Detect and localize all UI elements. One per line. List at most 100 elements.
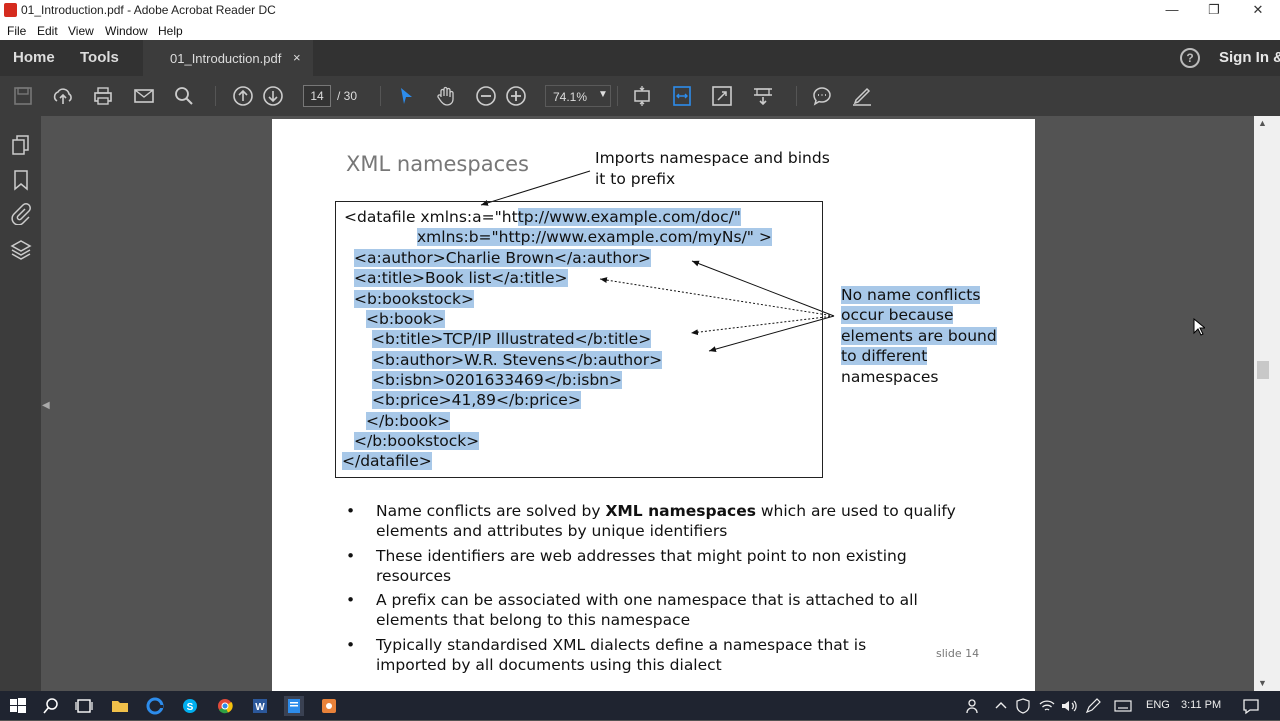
next-page-icon[interactable] [262, 85, 284, 107]
page-thumbnails-icon[interactable] [10, 134, 32, 156]
tab-home[interactable]: Home [13, 49, 55, 66]
scroll-mode-icon[interactable] [752, 85, 774, 107]
code-line: <b:title>TCP/IP Illustrated</b:title> [372, 330, 652, 348]
note-right-line: namespaces [841, 368, 939, 386]
shield-icon[interactable] [1013, 696, 1033, 716]
upload-icon[interactable] [52, 85, 74, 107]
vertical-scrollbar[interactable]: ▲ ▼ [1254, 116, 1280, 691]
notifications-icon[interactable] [1241, 696, 1261, 716]
prev-page-icon[interactable] [232, 85, 254, 107]
taskbar-search-icon[interactable] [41, 696, 61, 716]
note-right-line: to different [841, 347, 928, 365]
attachment-icon[interactable] [10, 203, 32, 226]
zoom-select[interactable]: 74.1% ▼ [545, 85, 611, 107]
scroll-down-icon[interactable]: ▼ [1258, 678, 1267, 688]
page-total: / 30 [337, 89, 358, 103]
toolbar-separator [380, 86, 381, 106]
email-icon[interactable] [133, 85, 155, 107]
sign-in-button[interactable]: Sign In & [1219, 49, 1280, 66]
menu-file[interactable]: File [7, 24, 26, 38]
svg-text:W: W [255, 702, 265, 713]
pen-icon[interactable] [1083, 696, 1103, 716]
svg-text:S: S [187, 702, 194, 713]
toolbar-separator [796, 86, 797, 106]
toolbar-separator [617, 86, 618, 106]
code-line: <b:book> [366, 310, 445, 328]
code-line: <a:title>Book list</a:title> [354, 269, 568, 287]
page-number-input[interactable]: 14 [303, 85, 331, 107]
input-language[interactable]: ENG [1146, 699, 1170, 711]
layers-icon[interactable] [10, 238, 32, 260]
note-right-line: elements are bound [841, 327, 997, 345]
menu-window[interactable]: Window [105, 24, 148, 38]
people-icon[interactable] [963, 696, 983, 716]
zoom-value: 74.1% [553, 90, 588, 104]
note-right-line: No name conflicts [841, 286, 981, 304]
skype-icon[interactable]: S [180, 696, 200, 716]
menu-view[interactable]: View [68, 24, 94, 38]
window-title-bar: 01_Introduction.pdf - Adobe Acrobat Read… [0, 0, 1280, 21]
zoom-out-icon[interactable] [475, 85, 497, 107]
bullet-item: • Typically standardised XML dialects def… [346, 635, 867, 674]
fullscreen-icon[interactable] [711, 85, 733, 107]
bookmark-icon[interactable] [10, 169, 32, 191]
edge-browser-icon[interactable] [145, 696, 165, 716]
wifi-icon[interactable] [1037, 696, 1057, 716]
paint-app-icon[interactable] [319, 696, 339, 716]
print-icon[interactable] [92, 85, 114, 107]
document-viewport[interactable]: XML namespaces Imports namespace and bin… [54, 116, 1254, 691]
menu-edit[interactable]: Edit [37, 24, 58, 38]
menu-help[interactable]: Help [158, 24, 183, 38]
select-arrow-icon[interactable] [395, 85, 417, 107]
code-line: <datafile xmlns:a="http://www.example.co… [344, 208, 741, 226]
collapse-panel-icon[interactable]: ◀ [42, 400, 50, 411]
highlight-pen-icon[interactable] [851, 85, 873, 107]
mouse-cursor-icon [1193, 318, 1205, 336]
code-line-highlight: tp://www.example.com/doc/" [517, 208, 741, 226]
menu-bar: File Edit View Window Help [0, 21, 1280, 40]
code-line: <b:price>41,89</b:price> [372, 391, 581, 409]
keyboard-icon[interactable] [1113, 696, 1133, 716]
hand-icon[interactable] [435, 85, 457, 107]
acrobat-taskbar-icon[interactable] [284, 696, 304, 716]
comment-icon[interactable] [811, 85, 833, 107]
windows-start-icon[interactable] [8, 696, 28, 716]
code-line: </datafile> [342, 452, 432, 470]
close-tab-icon[interactable]: × [293, 50, 301, 65]
pdf-page: XML namespaces Imports namespace and bin… [272, 119, 1035, 691]
acrobat-app-icon [4, 3, 17, 17]
restore-button[interactable]: ❐ [1192, 0, 1236, 21]
taskbar-clock[interactable]: 3:11 PM [1181, 699, 1221, 711]
zoom-in-icon[interactable] [505, 85, 527, 107]
bullet-item: • Name conflicts are solved by XML namesp… [346, 502, 956, 540]
chrome-icon[interactable] [215, 696, 235, 716]
fit-width-icon[interactable] [671, 85, 693, 107]
windows-taskbar: S W ENG 3:11 PM [0, 691, 1280, 720]
tab-bar: Home Tools 01_Introduction.pdf × ? Sign … [0, 40, 1280, 76]
left-nav-panel [0, 116, 41, 691]
scroll-up-icon[interactable]: ▲ [1258, 118, 1267, 128]
volume-icon[interactable] [1059, 696, 1079, 716]
file-explorer-icon[interactable] [110, 696, 130, 716]
bullet-item: • A prefix can be associated with one nam… [346, 591, 918, 629]
tab-document-label: 01_Introduction.pdf [170, 51, 282, 66]
tab-tools[interactable]: Tools [80, 49, 119, 66]
minimize-button[interactable]: — [1150, 0, 1194, 21]
code-line: <a:author>Charlie Brown</a:author> [354, 249, 652, 267]
toolbar-separator [215, 86, 216, 106]
scrollbar-thumb[interactable] [1257, 361, 1269, 379]
word-icon[interactable]: W [250, 696, 270, 716]
close-window-button[interactable]: ✕ [1236, 0, 1280, 21]
tab-document[interactable]: 01_Introduction.pdf × [143, 40, 313, 76]
chevron-up-icon[interactable] [991, 696, 1011, 716]
code-line: <b:isbn>0201633469</b:isbn> [372, 371, 622, 389]
window-title: 01_Introduction.pdf - Adobe Acrobat Read… [21, 3, 276, 17]
help-icon[interactable]: ? [1180, 48, 1200, 68]
code-line: <b:bookstock> [354, 290, 474, 308]
fit-page-icon[interactable] [631, 85, 653, 107]
task-view-icon[interactable] [74, 696, 94, 716]
search-icon[interactable] [173, 85, 195, 107]
save-icon[interactable] [12, 85, 34, 107]
chevron-down-icon: ▼ [598, 89, 608, 100]
slide-number: slide 14 [936, 647, 980, 660]
